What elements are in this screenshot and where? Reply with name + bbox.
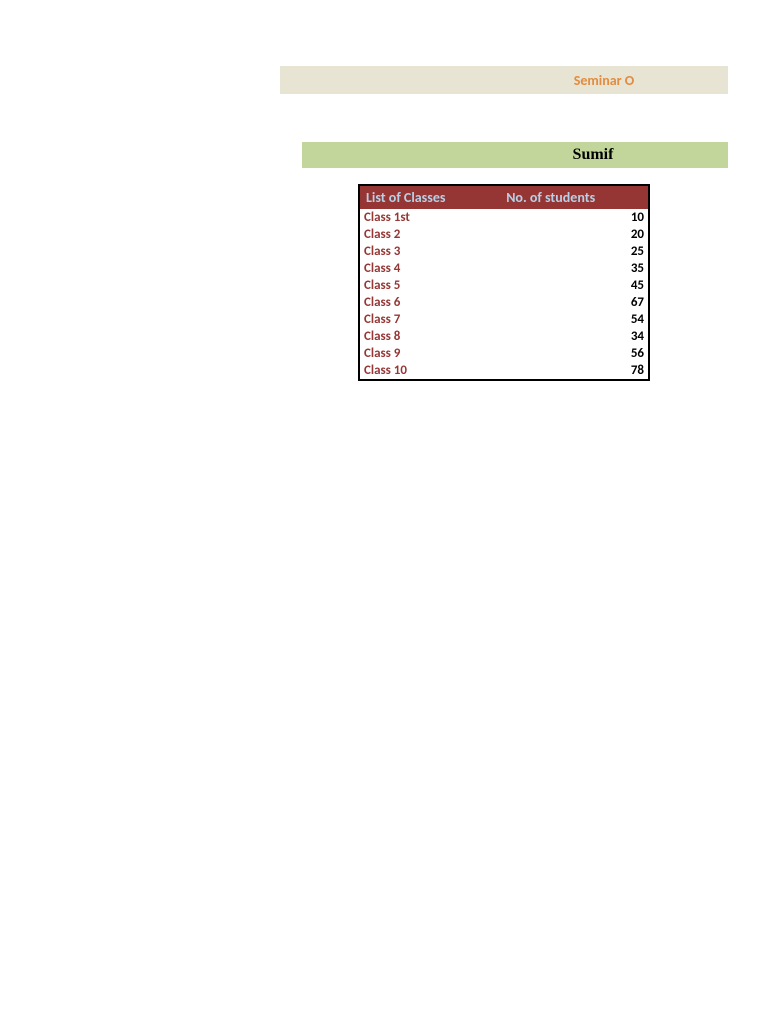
table-row: Class 7 54 [359,311,649,328]
table-row: Class 2 20 [359,226,649,243]
table-row: Class 10 78 [359,362,649,380]
cell-class: Class 7 [359,311,490,328]
table-row: Class 6 67 [359,294,649,311]
cell-students: 34 [490,328,649,345]
section-title: Sumif [573,146,614,164]
class-students-table: List of Classes No. of students Class 1s… [358,184,650,381]
table-row: Class 1st 10 [359,209,649,226]
top-banner-text: Seminar O [574,72,635,89]
table-row: Class 4 35 [359,260,649,277]
cell-students: 67 [490,294,649,311]
cell-students: 78 [490,362,649,380]
cell-class: Class 1st [359,209,490,226]
cell-class: Class 6 [359,294,490,311]
header-classes: List of Classes [359,185,490,209]
table-row: Class 3 25 [359,243,649,260]
cell-class: Class 4 [359,260,490,277]
cell-students: 56 [490,345,649,362]
table-row: Class 8 34 [359,328,649,345]
table-body: Class 1st 10 Class 2 20 Class 3 25 Class… [359,209,649,380]
cell-class: Class 5 [359,277,490,294]
cell-class: Class 8 [359,328,490,345]
cell-students: 10 [490,209,649,226]
cell-students: 25 [490,243,649,260]
cell-students: 54 [490,311,649,328]
cell-class: Class 10 [359,362,490,380]
table-header: List of Classes No. of students [359,185,649,209]
header-students: No. of students [490,185,649,209]
table-row: Class 9 56 [359,345,649,362]
cell-class: Class 3 [359,243,490,260]
table-row: Class 5 45 [359,277,649,294]
cell-students: 35 [490,260,649,277]
top-banner: Seminar O [280,66,728,94]
section-banner: Sumif [302,142,728,168]
cell-class: Class 9 [359,345,490,362]
cell-class: Class 2 [359,226,490,243]
cell-students: 45 [490,277,649,294]
cell-students: 20 [490,226,649,243]
